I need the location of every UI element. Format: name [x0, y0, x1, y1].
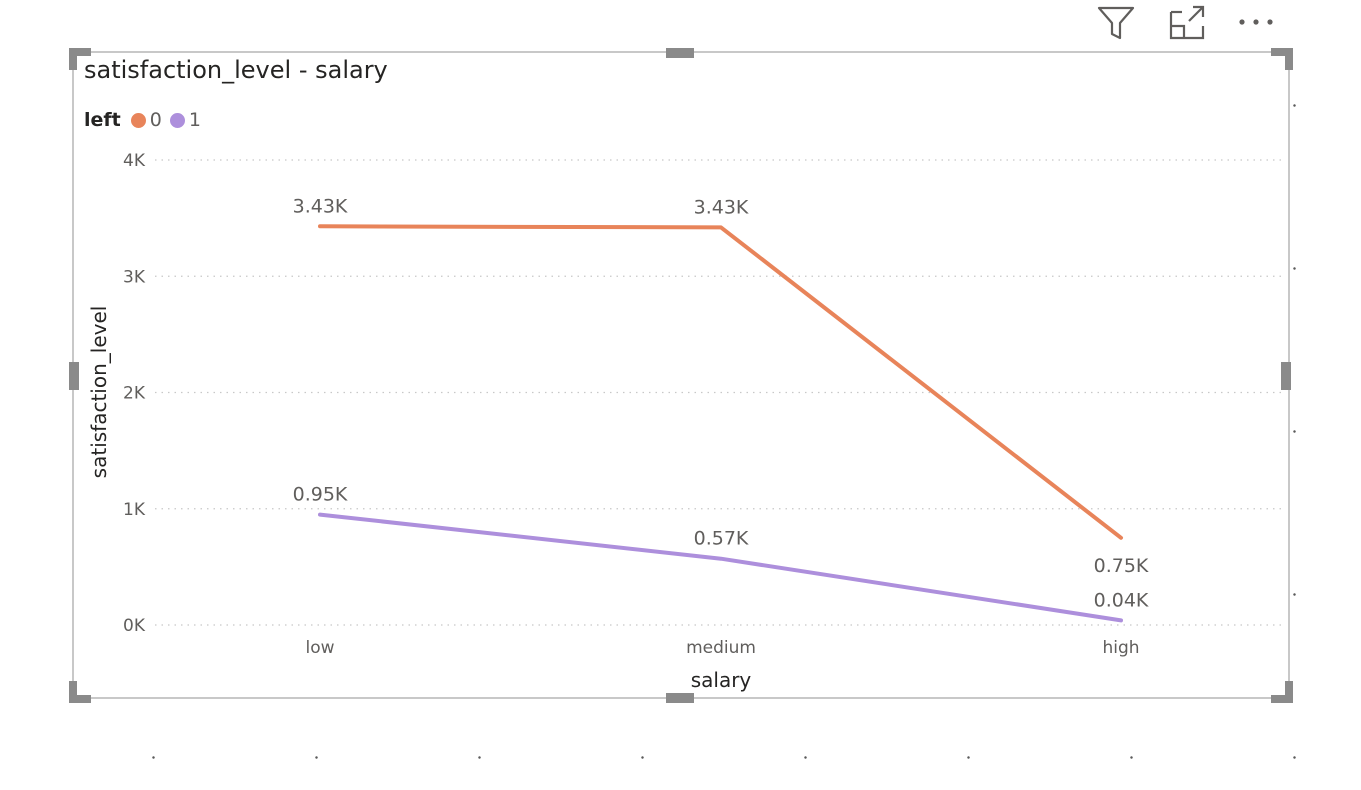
x-tick-label: low	[305, 638, 334, 658]
y-tick-label: 4K	[123, 151, 146, 171]
y-tick-label: 2K	[123, 384, 146, 404]
data-label: 0.57K	[694, 528, 749, 550]
y-axis-title: satisfaction_level	[87, 306, 111, 479]
x-axis-title: salary	[691, 668, 752, 692]
line-chart: 0K 1K 2K 3K 4K low medium high salary satisfactio…	[87, 151, 1283, 692]
series-line-0	[318, 224, 1123, 540]
y-tick-label: 0K	[123, 616, 146, 636]
data-label: 0.04K	[1094, 589, 1149, 611]
y-tick-label: 3K	[123, 267, 146, 287]
y-tick-label: 1K	[123, 500, 146, 520]
data-label: 0.95K	[293, 484, 348, 506]
data-label: 3.43K	[694, 196, 749, 218]
data-label: 3.43K	[293, 195, 348, 217]
x-tick-label: medium	[686, 638, 756, 658]
data-label: 0.75K	[1094, 555, 1149, 577]
x-tick-label: high	[1102, 638, 1139, 658]
